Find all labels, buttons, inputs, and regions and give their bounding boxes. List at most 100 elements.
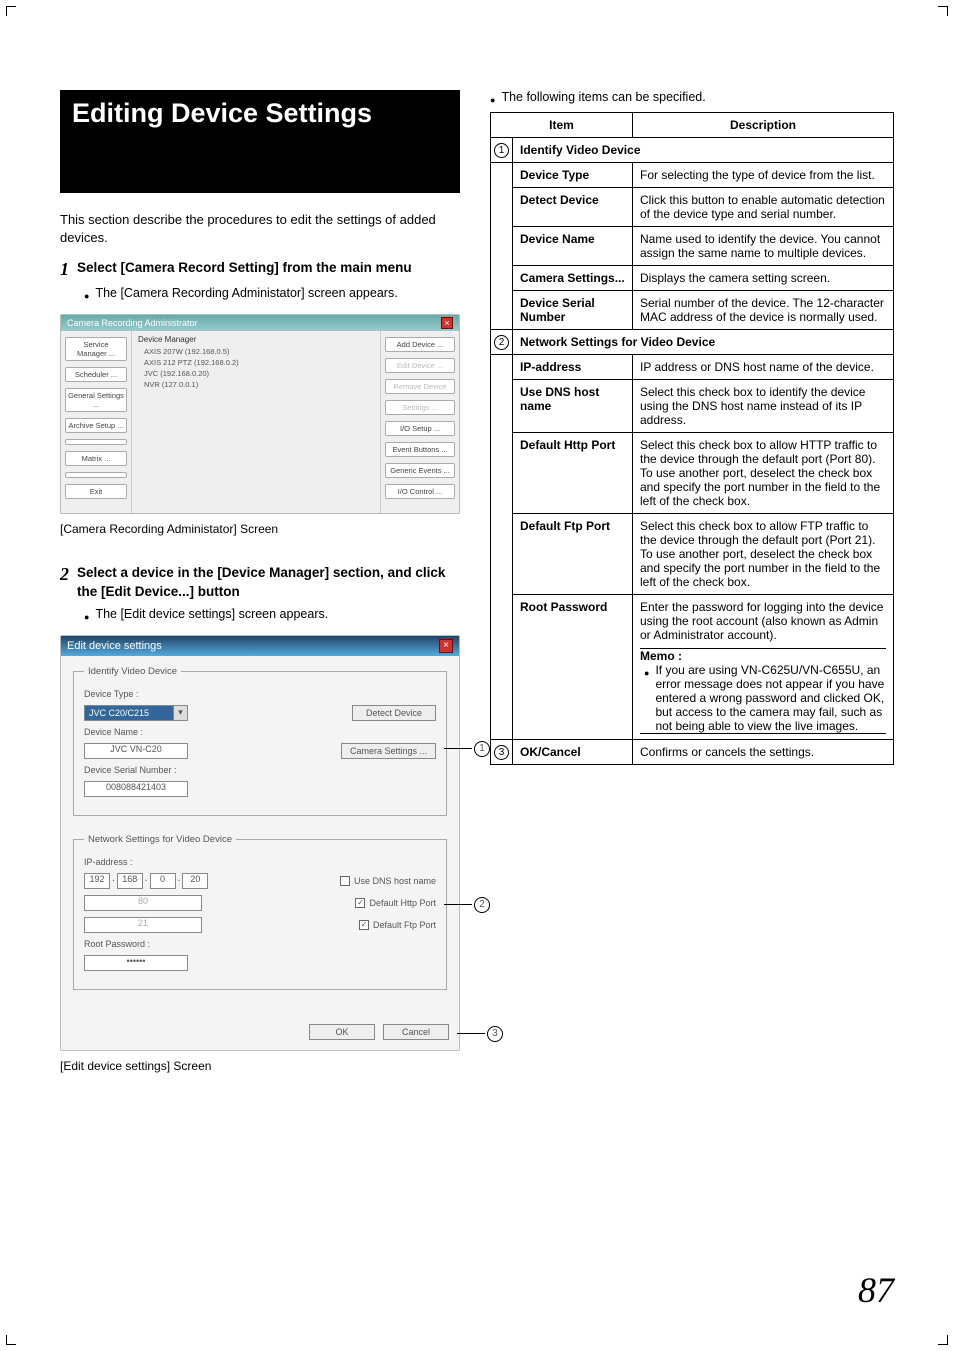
page-number: 87 — [858, 1269, 894, 1311]
device-serial-label: Device Serial Number : — [84, 765, 436, 775]
device-manager-label: Device Manager — [138, 335, 374, 344]
title-bar: Editing Device Settings — [60, 90, 460, 193]
window-title: Edit device settings — [67, 640, 162, 652]
row-desc: Confirms or cancels the settings. — [633, 740, 894, 765]
ftp-port-input[interactable]: 21 — [84, 917, 202, 933]
row-desc: Select this check box to allow FTP traff… — [633, 514, 894, 595]
step-2: 2 Select a device in the [Device Manager… — [60, 564, 460, 600]
exit-button[interactable]: Exit — [65, 484, 127, 499]
tree-item[interactable]: AXIS 212 PTZ (192.168.0.2) — [144, 357, 374, 368]
ip-seg[interactable]: 20 — [182, 873, 208, 889]
row-label: Default Http Port — [513, 433, 633, 514]
root-password-input[interactable]: •••••• — [84, 955, 188, 971]
disabled-button — [65, 472, 127, 478]
crop-mark — [6, 6, 22, 22]
intro-text: This section describe the procedures to … — [60, 211, 460, 247]
tree-item[interactable]: AXIS 207W (192.168.0.5) — [144, 346, 374, 357]
memo-title: Memo : — [640, 649, 886, 663]
left-column: Editing Device Settings This section des… — [60, 90, 460, 1101]
crop-mark — [932, 6, 948, 22]
row-desc: IP address or DNS host name of the devic… — [633, 355, 894, 380]
ip-address-input[interactable]: 192. 168. 0. 20 — [84, 873, 208, 889]
io-setup-button[interactable]: I/O Setup ... — [385, 421, 455, 436]
spec-table: Item Description 1 Identify Video Device… — [490, 112, 894, 765]
admin-right-buttons: Add Device ... Edit Device ... Remove De… — [381, 331, 459, 513]
close-icon[interactable]: × — [441, 317, 453, 329]
http-port-input[interactable]: 80 — [84, 895, 202, 911]
row-desc: For selecting the type of device from th… — [633, 163, 894, 188]
checkbox-label: Use DNS host name — [354, 876, 436, 886]
network-settings-group: Network Settings for Video Device IP-add… — [73, 834, 447, 990]
settings-button[interactable]: Settings ... — [385, 400, 455, 415]
row-label: Default Ftp Port — [513, 514, 633, 595]
row-label: IP-address — [513, 355, 633, 380]
row-desc: Displays the camera setting screen. — [633, 266, 894, 291]
io-control-button[interactable]: I/O Control ... — [385, 484, 455, 499]
row-desc: Select this check box to identify the de… — [633, 380, 894, 433]
cancel-button[interactable]: Cancel — [383, 1024, 449, 1040]
add-device-button[interactable]: Add Device ... — [385, 337, 455, 352]
default-ftp-checkbox[interactable]: ✓Default Ftp Port — [359, 920, 436, 930]
tree-item[interactable]: NVR (127.0.0.1) — [144, 379, 374, 390]
screenshot-edit-device: Edit device settings × Identify Video De… — [60, 635, 460, 1051]
row-label: OK/Cancel — [513, 740, 633, 765]
disabled-button — [65, 439, 127, 445]
bullet-text: The [Edit device settings] screen appear… — [95, 607, 328, 621]
row-desc: Click this button to enable automatic de… — [633, 188, 894, 227]
device-serial-input[interactable]: 008088421403 — [84, 781, 188, 797]
device-type-label: Device Type : — [84, 689, 436, 699]
ip-seg[interactable]: 0 — [150, 873, 176, 889]
device-name-input[interactable]: JVC VN-C20 — [84, 743, 188, 759]
ok-button[interactable]: OK — [309, 1024, 375, 1040]
service-manager-button[interactable]: Service Manager ... — [65, 337, 127, 361]
row-desc: Select this check box to allow HTTP traf… — [633, 433, 894, 514]
generic-events-button[interactable]: Generic Events ... — [385, 463, 455, 478]
tree-item[interactable]: JVC (192.168.0.20) — [144, 368, 374, 379]
page-title: Editing Device Settings — [72, 98, 448, 129]
empty-cell — [491, 355, 513, 740]
section-title: Identify Video Device — [513, 138, 894, 163]
window-titlebar: Edit device settings × — [61, 636, 459, 656]
window-title: Camera Recording Administrator — [67, 318, 198, 328]
device-type-select[interactable]: JVC C20/C215 ▾ — [84, 705, 188, 721]
close-icon[interactable]: × — [439, 639, 453, 653]
empty-cell — [491, 163, 513, 330]
screenshot-caption: [Camera Recording Administator] Screen — [60, 522, 460, 536]
row-label: Camera Settings... — [513, 266, 633, 291]
device-type-value: JVC C20/C215 — [84, 705, 174, 721]
archive-setup-button[interactable]: Archive Setup ... — [65, 418, 127, 433]
memo-text: If you are using VN-C625U/VN-C655U, an e… — [655, 663, 886, 733]
chevron-down-icon: ▾ — [174, 705, 188, 721]
general-settings-button[interactable]: General Settings ... — [65, 388, 127, 412]
section-num-cell: 3 — [491, 740, 513, 765]
event-buttons-button[interactable]: Event Buttons ... — [385, 442, 455, 457]
remove-device-button[interactable]: Remove Device — [385, 379, 455, 394]
step-1-bullet: The [Camera Recording Administator] scre… — [84, 286, 460, 300]
ip-seg[interactable]: 168 — [117, 873, 143, 889]
step-number: 1 — [60, 259, 69, 280]
row-desc: Serial number of the device. The 12-char… — [633, 291, 894, 330]
step-text: Select a device in the [Device Manager] … — [77, 564, 460, 600]
bullet-icon — [84, 607, 89, 621]
camera-settings-button[interactable]: Camera Settings ... — [341, 743, 436, 759]
row-label: Root Password — [513, 595, 633, 740]
admin-left-buttons: Service Manager ... Scheduler ... Genera… — [61, 331, 131, 513]
use-dns-checkbox[interactable]: Use DNS host name — [340, 876, 436, 886]
callout-number: 3 — [487, 1026, 503, 1042]
default-http-checkbox[interactable]: ✓Default Http Port — [355, 898, 436, 908]
screenshot-admin: Camera Recording Administrator × Service… — [60, 314, 460, 514]
step-text: Select [Camera Record Setting] from the … — [77, 259, 412, 280]
group-legend: Identify Video Device — [84, 666, 181, 677]
ip-seg[interactable]: 192 — [84, 873, 110, 889]
row-desc: Enter the password for logging into the … — [633, 595, 894, 740]
section-title: Network Settings for Video Device — [513, 330, 894, 355]
section-number: 2 — [494, 335, 509, 350]
root-desc-text: Enter the password for logging into the … — [640, 600, 883, 642]
device-name-label: Device Name : — [84, 727, 436, 737]
matrix-button[interactable]: Matrix ... — [65, 451, 127, 466]
scheduler-button[interactable]: Scheduler ... — [65, 367, 127, 382]
bullet-icon — [84, 286, 89, 300]
detect-device-button[interactable]: Detect Device — [352, 705, 436, 721]
edit-device-button[interactable]: Edit Device ... — [385, 358, 455, 373]
callout-1: 1 — [444, 741, 490, 757]
